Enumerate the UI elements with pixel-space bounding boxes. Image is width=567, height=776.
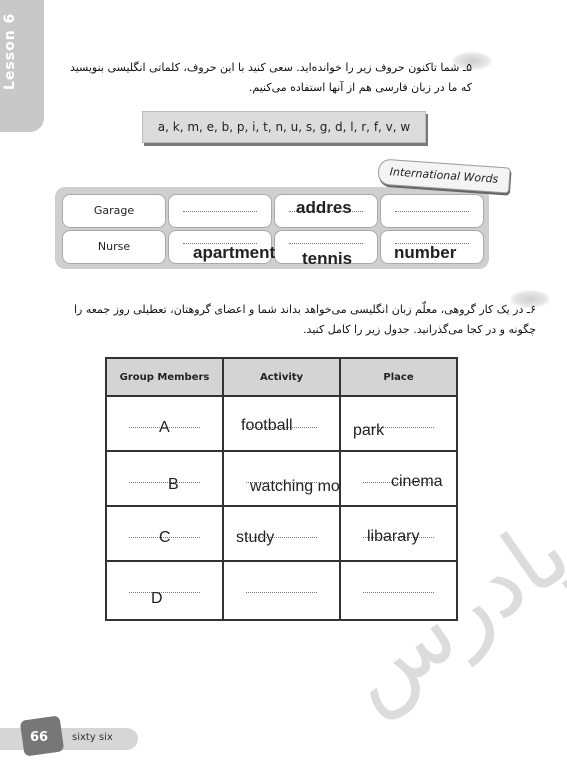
place-cell: libarary bbox=[367, 528, 420, 545]
member-cell: D bbox=[151, 590, 163, 607]
handwritten-answer: tennis bbox=[302, 249, 353, 268]
page-number: 66 bbox=[30, 730, 49, 745]
handwritten-answer: number bbox=[394, 243, 457, 262]
place-cell: cinema bbox=[391, 473, 443, 490]
handwritten-answer: apartment bbox=[193, 243, 276, 262]
header-group-members: Group Members bbox=[105, 357, 224, 397]
handwritten-answer: addres bbox=[296, 198, 352, 217]
word-cell bbox=[380, 194, 484, 228]
activity-cell: football bbox=[241, 417, 293, 434]
exercise5-instruction: ۵ـ شما تاکنون حروف زیر را خوانده‌اید. سع… bbox=[69, 61, 472, 94]
member-cell: A bbox=[159, 419, 170, 436]
table-row: C study libarary bbox=[105, 505, 458, 562]
group-members-table: Group Members Activity Place A football … bbox=[105, 357, 458, 621]
header-place: Place bbox=[339, 357, 458, 397]
table-row: B watching movie cinema bbox=[105, 450, 458, 507]
word-cell: Garage bbox=[62, 194, 166, 228]
page-number-words: sixty six bbox=[72, 732, 113, 743]
exercise6-instruction: ۶ـ در یک کار گروهی، معلّم زبان انگلیسی م… bbox=[73, 303, 536, 336]
header-activity: Activity bbox=[222, 357, 341, 397]
word-label: Garage bbox=[93, 204, 135, 217]
lesson-label: Lesson 6 bbox=[2, 12, 18, 90]
word-cell: Nurse bbox=[62, 230, 166, 264]
letters-box: a, k, m, e, b, p, i, t, n, u, s, g, d, l… bbox=[142, 111, 426, 143]
dotted-line bbox=[183, 211, 257, 212]
activity-cell: study bbox=[236, 529, 275, 546]
dotted-line bbox=[395, 211, 469, 212]
place-cell: park bbox=[353, 422, 385, 439]
word-cell bbox=[168, 194, 272, 228]
table-row: A football park bbox=[105, 395, 458, 452]
member-cell: B bbox=[168, 476, 179, 493]
member-cell: C bbox=[159, 529, 171, 546]
dotted-line bbox=[289, 243, 363, 244]
word-label: Nurse bbox=[97, 240, 131, 253]
